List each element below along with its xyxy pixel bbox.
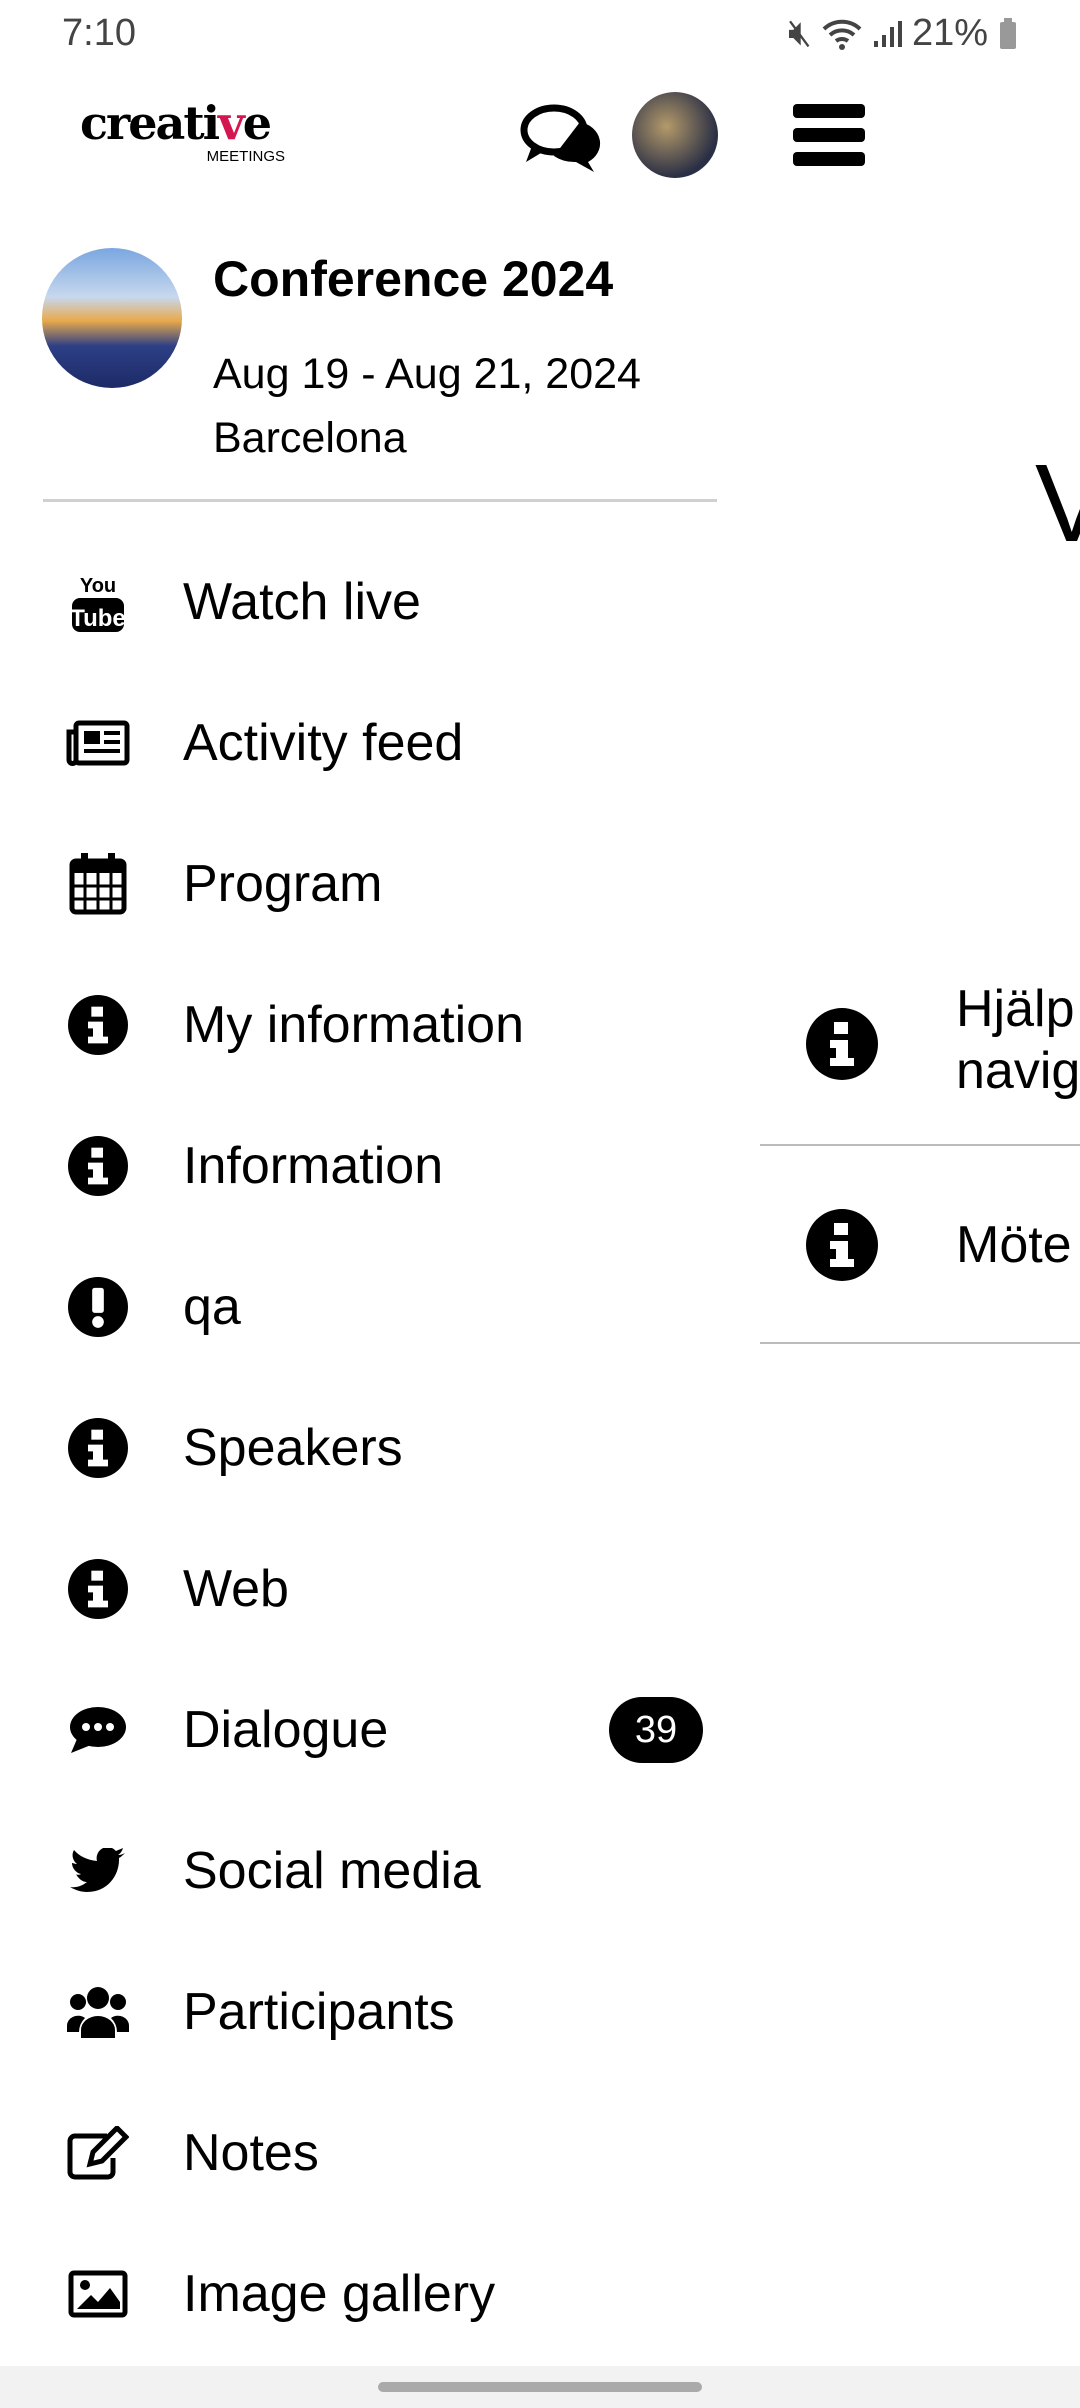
svg-text:You: You [80,575,116,597]
menu-item-label: Dialogue [183,1701,389,1759]
status-time: 7:10 [62,12,136,54]
menu-item-label: Speakers [183,1419,403,1477]
status-icons: 🔇︎ 21% [788,12,1018,55]
menu-item-participants[interactable]: Participants [0,1952,740,2072]
menu-item-label: Program [183,855,383,913]
menu-item-watch-live[interactable]: You Tube Watch live [0,542,740,662]
menu-item-activity-feed[interactable]: Activity feed [0,683,740,803]
info-icon [66,1134,130,1198]
menu-item-label: Watch live [183,573,421,631]
users-icon [66,1980,130,2044]
unread-badge: 39 [609,1697,703,1763]
menu-item-label: qa [183,1278,241,1336]
menu-item-label: My information [183,996,524,1054]
item-label-line2: navig [956,1042,1080,1100]
menu-item-web[interactable]: Web [0,1529,740,1649]
image-icon [66,2262,130,2326]
youtube-icon: You Tube [66,570,130,634]
battery-charging-icon [1000,17,1016,49]
info-icon [806,1209,878,1281]
event-dates: Aug 19 - Aug 21, 2024 [213,350,641,398]
creative-meetings-logo[interactable]: creative MEETINGS [80,100,285,170]
twitter-icon [66,1839,130,1903]
event-location: Barcelona [213,414,407,462]
menu-item-social-media[interactable]: Social media [0,1811,740,1931]
info-icon [806,1008,878,1080]
menu-item-label: Image gallery [183,2265,496,2323]
menu-item-notes[interactable]: Notes [0,2093,740,2213]
newspaper-icon [66,711,130,775]
event-title: Conference 2024 [213,251,614,307]
page-heading-partial: V [1035,442,1080,565]
info-icon [66,1416,130,1480]
menu-item-program[interactable]: Program [0,824,740,944]
info-icon [66,1557,130,1621]
list-item-mote[interactable]: Möte [760,1146,1080,1344]
battery-level: 21% [911,12,988,54]
home-gesture-handle[interactable] [378,2382,702,2392]
menu-item-label: Notes [183,2124,319,2182]
wifi-icon [822,19,862,50]
edit-icon [66,2121,130,2185]
calendar-icon [66,852,130,916]
menu-item-label: Web [183,1560,289,1618]
menu-item-label: Information [183,1137,444,1195]
menu-item-information[interactable]: Information [0,1106,740,1226]
chat-icon[interactable] [518,100,608,175]
divider [43,499,717,502]
event-image [42,248,182,388]
menu-item-label: Participants [183,1983,455,2041]
menu-item-speakers[interactable]: Speakers [0,1388,740,1508]
menu-item-dialogue[interactable]: Dialogue 39 [0,1670,740,1790]
svg-text:Tube: Tube [70,605,126,632]
exclamation-icon [66,1275,130,1339]
hamburger-menu-button[interactable] [793,104,865,166]
info-icon [66,993,130,1057]
comment-icon [66,1698,130,1762]
menu-item-label: Social media [183,1842,481,1900]
user-avatar[interactable] [632,92,718,178]
menu-item-label: Activity feed [183,714,464,772]
signal-icon [873,20,902,47]
menu-item-qa[interactable]: qa [0,1247,740,1367]
list-item-hjalp[interactable]: Hjälp navig [760,940,1080,1146]
item-label: Hjälp [956,980,1075,1038]
item-label: Möte [956,1216,1072,1274]
mute-icon: 🔇︎ [787,12,812,54]
menu-item-image-gallery[interactable]: Image gallery [0,2234,740,2354]
menu-item-my-information[interactable]: My information [0,965,740,1085]
